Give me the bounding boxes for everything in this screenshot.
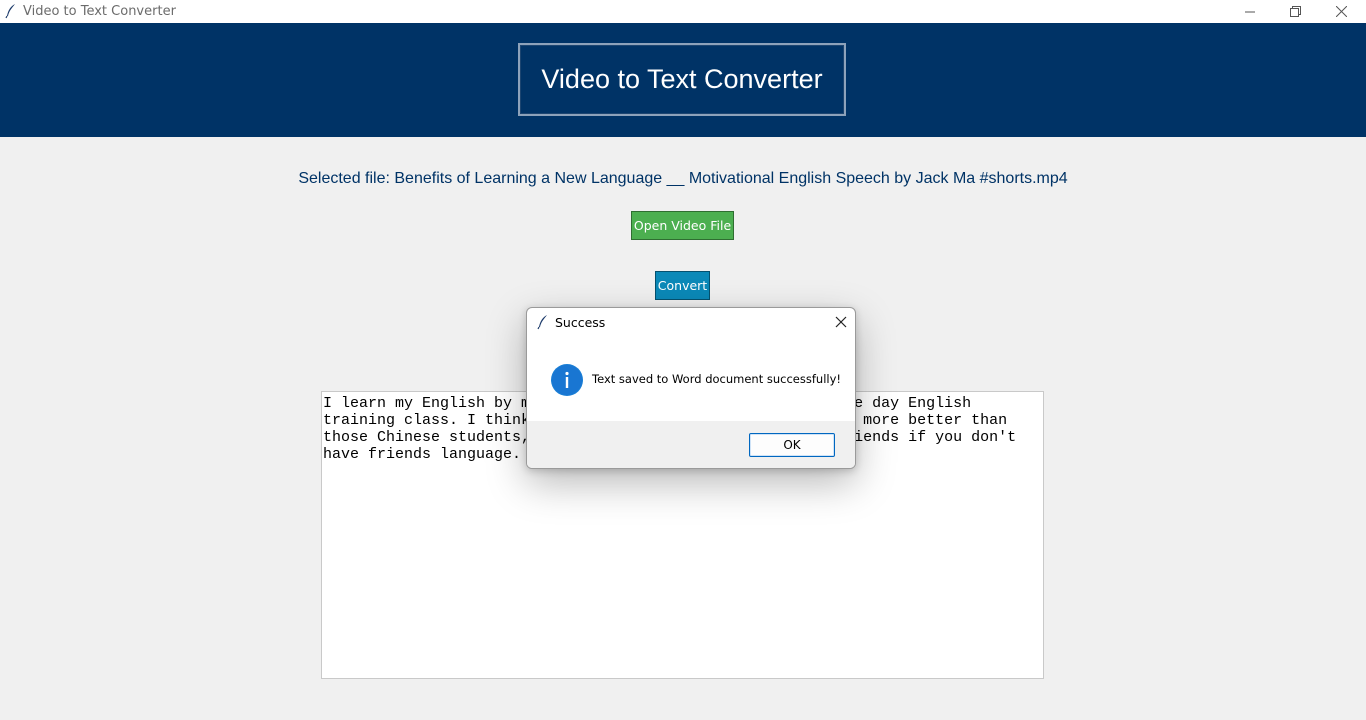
maximize-icon: [1289, 6, 1301, 17]
dialog-message: Text saved to Word document successfully…: [592, 372, 842, 386]
window-close-button[interactable]: [1318, 0, 1364, 23]
window-titlebar: Video to Text Converter: [0, 0, 1366, 23]
dialog-title: Success: [555, 315, 606, 330]
maximize-button[interactable]: [1272, 0, 1318, 23]
dialog-footer: OK: [527, 421, 855, 468]
minimize-button[interactable]: [1227, 0, 1273, 23]
success-dialog: Success Text saved to Word document succ…: [526, 307, 856, 469]
convert-button[interactable]: Convert: [655, 271, 710, 300]
feather-icon: [537, 315, 547, 330]
selected-file-label: Selected file: Benefits of Learning a Ne…: [298, 170, 1068, 187]
open-video-file-button[interactable]: Open Video File: [631, 211, 734, 240]
window-title: Video to Text Converter: [23, 4, 176, 19]
minimize-icon: [1245, 11, 1255, 12]
feather-icon: [5, 4, 15, 19]
page-title: Video to Text Converter: [518, 43, 846, 116]
ok-button[interactable]: OK: [749, 433, 835, 457]
header-banner: Video to Text Converter: [0, 23, 1366, 137]
info-icon: [551, 364, 583, 396]
close-icon: [1335, 6, 1347, 17]
close-icon[interactable]: [833, 314, 849, 330]
